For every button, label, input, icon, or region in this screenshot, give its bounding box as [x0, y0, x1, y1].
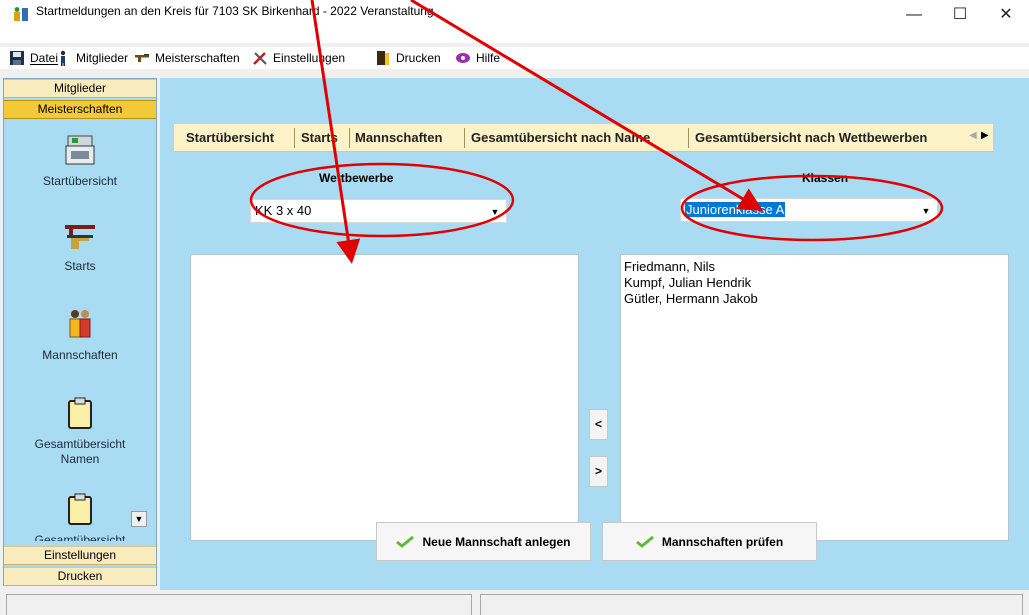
move-right-button[interactable]: > [589, 456, 608, 487]
sidebar-item-startuebersicht[interactable]: Startübersicht [4, 134, 156, 188]
menu-label: Hilfe [476, 51, 501, 65]
rifle-icon [135, 54, 149, 62]
tab-scroll-right-icon[interactable]: ▶ [981, 130, 989, 141]
menu-hilfe[interactable]: Hilfe [455, 50, 500, 66]
sidebar-item-gesamtuebersicht-namen[interactable]: Gesamtübersicht Namen [4, 397, 156, 467]
sidebar-section-einstellungen[interactable]: Einstellungen [4, 546, 156, 565]
sidebar-item-label: Mannschaften [42, 348, 118, 362]
window-title: Startmeldungen an den Kreis für 7103 SK … [36, 4, 434, 18]
tab-gesamtuebersicht-wettbewerbe[interactable]: Gesamtübersicht nach Wettbewerben [695, 130, 927, 145]
status-pane-left [6, 594, 472, 615]
sidebar-item-mannschaften[interactable]: Mannschaften [4, 308, 156, 362]
tab-gesamtuebersicht-name[interactable]: Gesamtübersicht nach Name [471, 130, 650, 145]
check-teams-label: Mannschaften prüfen [661, 534, 784, 549]
checkmark-icon [635, 535, 654, 548]
menu-label: Mitglieder [76, 51, 129, 65]
main-panel: Startübersicht Starts Mannschaften Gesam… [160, 78, 1029, 590]
tab-strip: Startübersicht Starts Mannschaften Gesam… [174, 124, 993, 152]
sidebar-section-drucken[interactable]: Drucken [4, 567, 156, 586]
sidebar-section-meisterschaften[interactable]: Meisterschaften [4, 100, 156, 119]
rifle-icon [65, 225, 95, 249]
wettbewerbe-value: KK 3 x 40 [255, 203, 312, 218]
menu-einstellungen[interactable]: Einstellungen [252, 50, 345, 66]
status-pane-right [480, 594, 1023, 615]
list-item[interactable]: Kumpf, Julian Hendrik [621, 275, 1008, 291]
menu-label: Datei [30, 51, 59, 65]
register-icon [65, 135, 95, 165]
checkmark-icon [396, 535, 415, 548]
tab-starts[interactable]: Starts [301, 130, 338, 145]
wettbewerbe-label: Wettbewerbe [319, 171, 394, 185]
tab-separator [349, 128, 350, 148]
chevron-down-icon[interactable]: ▼ [919, 199, 933, 221]
help-icon [456, 53, 470, 63]
sidebar-item-label: Gesamtübersicht [34, 533, 126, 541]
menu-bar: Datei Mitglieder Meisterschaften Einstel… [0, 47, 1029, 69]
clipboard-icon [68, 493, 92, 525]
unassigned-shooters-list[interactable] [190, 254, 579, 541]
move-left-button[interactable]: < [589, 409, 608, 440]
chevron-down-icon[interactable]: ▼ [488, 200, 502, 222]
printer-icon [377, 51, 389, 65]
sidebar-section-mitglieder[interactable]: Mitglieder [4, 79, 156, 98]
team-members-list[interactable]: Friedmann, Nils Kumpf, Julian Hendrik Gü… [620, 254, 1009, 541]
tab-startuebersicht[interactable]: Startübersicht [186, 130, 274, 145]
sidebar-scroll-down-button[interactable]: ▼ [131, 511, 147, 527]
wettbewerbe-select[interactable]: KK 3 x 40 ▼ [250, 199, 507, 223]
tab-scroll-left-icon[interactable]: ◀ [969, 130, 977, 141]
maximize-button[interactable]: ☐ [937, 0, 983, 30]
klassen-value: Juniorenklasse A [685, 202, 786, 217]
clipboard-icon [68, 397, 92, 429]
tools-icon [253, 52, 267, 65]
menu-drucken[interactable]: Drucken [375, 50, 441, 66]
sidebar-item-label: Startübersicht [42, 174, 118, 188]
menu-label: Einstellungen [273, 51, 346, 65]
menu-meisterschaften[interactable]: Meisterschaften [134, 50, 240, 66]
menu-label: Drucken [396, 51, 441, 65]
new-team-label: Neue Mannschaft anlegen [422, 534, 571, 549]
menu-datei[interactable]: Datei [9, 50, 58, 66]
klassen-select[interactable]: Juniorenklasse A ▼ [680, 198, 938, 222]
check-teams-button[interactable]: Mannschaften prüfen [602, 522, 817, 561]
title-bar: Startmeldungen an den Kreis für 7103 SK … [0, 0, 1029, 43]
tab-mannschaften[interactable]: Mannschaften [355, 130, 442, 145]
person-icon [60, 50, 66, 66]
tab-separator [688, 128, 689, 148]
new-team-button[interactable]: Neue Mannschaft anlegen [376, 522, 591, 561]
sidebar-item-label: Gesamtübersicht Namen [34, 437, 126, 466]
minimize-button[interactable]: — [891, 0, 937, 30]
list-item[interactable]: Gütler, Hermann Jakob [621, 291, 1008, 307]
close-button[interactable]: ✕ [983, 0, 1029, 30]
klassen-label: Klassen [802, 171, 849, 185]
list-item[interactable]: Friedmann, Nils [621, 259, 1008, 275]
team-icon [69, 310, 91, 338]
menu-label: Meisterschaften [155, 51, 240, 65]
tab-separator [464, 128, 465, 148]
sidebar: Mitglieder Meisterschaften Startübersich… [3, 78, 157, 586]
sidebar-item-label: Starts [64, 259, 96, 273]
status-bar [0, 590, 1029, 615]
menu-mitglieder[interactable]: Mitglieder [55, 50, 128, 66]
floppy-icon [10, 51, 24, 65]
tab-separator [294, 128, 295, 148]
sidebar-item-starts[interactable]: Starts [4, 221, 156, 273]
app-icon [14, 7, 28, 21]
